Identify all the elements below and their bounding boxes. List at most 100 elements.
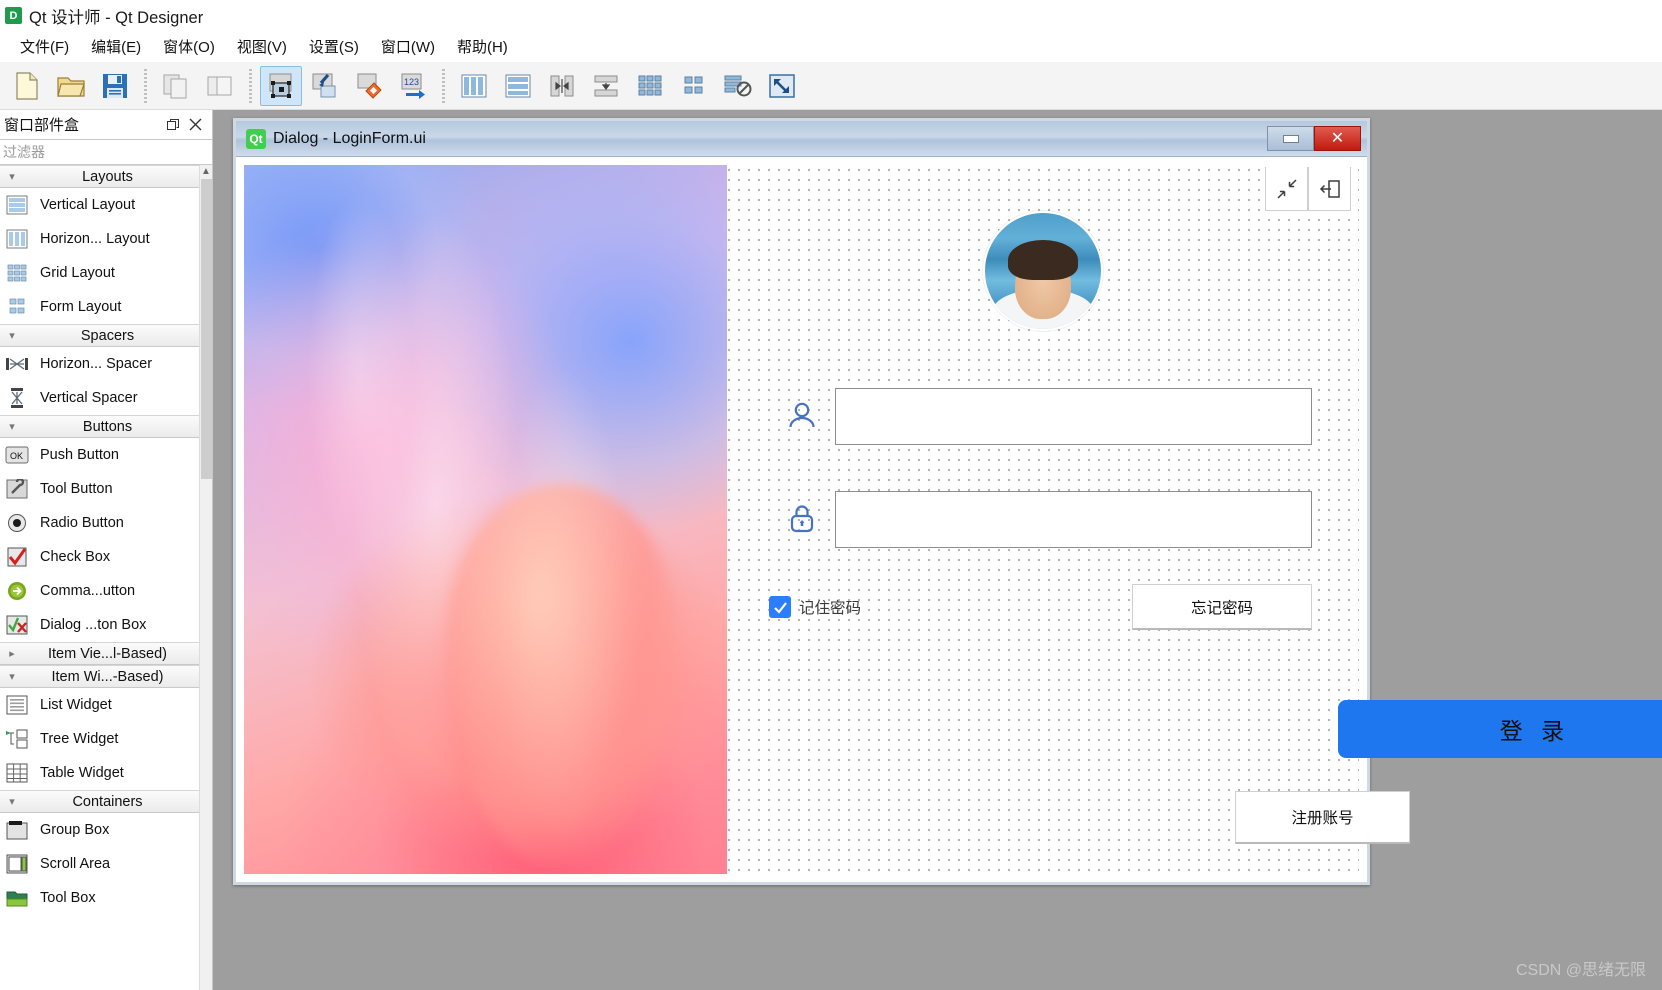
widget-item-label: Group Box [40,822,110,838]
dialog-title: Dialog - LoginForm.ui [273,129,426,147]
widget-item-tree-widget[interactable]: Tree Widget [0,722,212,756]
save-file-icon[interactable] [94,66,136,106]
group-item-views[interactable]: ▸ Item Vie...l-Based) [0,642,212,665]
widget-item-label: Vertical Spacer [40,390,138,406]
edit-tab-order-icon[interactable]: 123 [392,66,434,106]
edit-widgets-icon[interactable] [260,65,302,106]
widget-item-dialog-button-box[interactable]: Dialog ...ton Box [0,608,212,642]
edit-signals-slots-icon[interactable] [304,66,346,106]
remember-password-checkbox[interactable] [769,596,791,618]
widget-item-vertical-spacer[interactable]: Vertical Spacer [0,381,212,415]
close-icon[interactable] [184,115,206,135]
main-toolbar: 123 [0,62,1662,110]
adjust-size-icon[interactable] [761,66,803,106]
widget-item-scroll-area[interactable]: Scroll Area [0,847,212,881]
check-icon [773,601,787,614]
dialog-window-buttons: ✕ [1267,126,1361,151]
horizontal-spacer-icon [4,352,30,376]
group-spacers[interactable]: ▾ Spacers [0,324,212,347]
widget-item-label: Radio Button [40,515,124,531]
widget-item-grid-layout[interactable]: Grid Layout [0,256,212,290]
hero-image [244,165,727,874]
tool-button-icon [4,477,30,501]
menu-window[interactable]: 窗口(W) [370,33,446,60]
edit-buddies-icon[interactable] [348,66,390,106]
menu-settings[interactable]: 设置(S) [298,33,370,60]
break-layout-icon[interactable] [717,66,759,106]
widget-item-label: Grid Layout [40,265,115,281]
password-row [769,490,1312,548]
group-layouts[interactable]: ▾ Layouts [0,165,212,188]
widget-item-tool-button[interactable]: Tool Button [0,472,212,506]
layout-horizontally-icon[interactable] [453,66,495,106]
close-button[interactable]: ✕ [1314,126,1361,151]
group-label: Item Wi...-Based) [51,668,164,685]
new-file-icon[interactable] [6,66,48,106]
layout-splitter-vertical-icon[interactable] [585,66,627,106]
widget-item-horizontal-spacer[interactable]: Horizon... Spacer [0,347,212,381]
register-button[interactable]: 注册账号 [1235,791,1410,844]
float-icon[interactable] [162,115,184,135]
group-label: Containers [72,793,143,810]
paste-icon[interactable] [199,66,241,106]
scrollbar-thumb[interactable] [201,179,212,479]
layout-splitter-horizontal-icon[interactable] [541,66,583,106]
collapse-arrows-icon [1276,178,1298,200]
layout-vertically-icon[interactable] [497,66,539,106]
widget-item-command-link-button[interactable]: Comma...utton [0,574,212,608]
window-title: Qt 设计师 - Qt Designer [29,8,204,27]
widget-item-table-widget[interactable]: Table Widget [0,756,212,790]
widget-item-list-widget[interactable]: List Widget [0,688,212,722]
scroll-up-arrow-icon[interactable]: ▲ [200,165,212,179]
app-icon: D [5,7,22,24]
widget-item-label: Tool Box [40,890,96,906]
layout-grid-icon[interactable] [629,66,671,106]
tree-widget-icon [4,727,30,751]
dock-scrollbar[interactable]: ▲ [199,165,212,990]
widget-item-form-layout[interactable]: Form Layout [0,290,212,324]
dialog-titlebar[interactable]: Qt Dialog - LoginForm.ui ✕ [236,121,1367,157]
exit-button[interactable] [1308,167,1351,211]
collapse-button[interactable] [1265,167,1308,211]
widget-item-radio-button[interactable]: Radio Button [0,506,212,540]
menubar: 文件(F) 编辑(E) 窗体(O) 视图(V) 设置(S) 窗口(W) 帮助(H… [0,31,1662,62]
menu-file[interactable]: 文件(F) [9,33,80,60]
filter-input[interactable]: 过滤器 [0,140,212,165]
widget-item-label: Table Widget [40,765,124,781]
widget-item-vertical-layout[interactable]: Vertical Layout [0,188,212,222]
group-label: Spacers [80,327,135,344]
username-input[interactable] [835,387,1312,445]
widget-item-label: List Widget [40,697,112,713]
avatar [983,211,1103,331]
widget-item-group-box[interactable]: Group Box [0,813,212,847]
remember-password-label: 记住密码 [799,600,862,617]
copy-icon[interactable] [155,66,197,106]
group-label: Item Vie...l-Based) [47,645,167,662]
menu-view[interactable]: 视图(V) [226,33,298,60]
widget-item-push-button[interactable]: OK Push Button [0,438,212,472]
group-buttons[interactable]: ▾ Buttons [0,415,212,438]
menu-form[interactable]: 窗体(O) [152,33,226,60]
password-input[interactable] [835,490,1312,548]
chevron-down-icon: ▾ [9,671,15,683]
group-item-widgets[interactable]: ▾ Item Wi...-Based) [0,665,212,688]
forgot-password-button[interactable]: 忘记密码 [1132,584,1312,630]
close-icon: ✕ [1330,129,1345,147]
widget-item-label: Horizon... Spacer [40,356,153,372]
widget-item-label: Tool Button [40,481,113,497]
group-label: Layouts [82,168,133,185]
group-containers[interactable]: ▾ Containers [0,790,212,813]
menu-help[interactable]: 帮助(H) [446,33,519,60]
dock-title: 窗口部件盒 [4,117,80,134]
widget-item-tool-box[interactable]: Tool Box [0,881,212,915]
dialog-window: Qt Dialog - LoginForm.ui ✕ 记住密码 忘记密码 登 录… [233,118,1662,885]
widget-list: ▾ Layouts Vertical Layout Horizon... Lay… [0,165,212,990]
minimize-button[interactable] [1267,126,1314,151]
open-file-icon[interactable] [50,66,92,106]
login-button[interactable]: 登 录 [1338,700,1662,758]
layout-form-icon[interactable] [673,66,715,106]
widget-item-label: Form Layout [40,299,122,315]
widget-item-check-box[interactable]: Check Box [0,540,212,574]
menu-edit[interactable]: 编辑(E) [80,33,152,60]
widget-item-horizontal-layout[interactable]: Horizon... Layout [0,222,212,256]
